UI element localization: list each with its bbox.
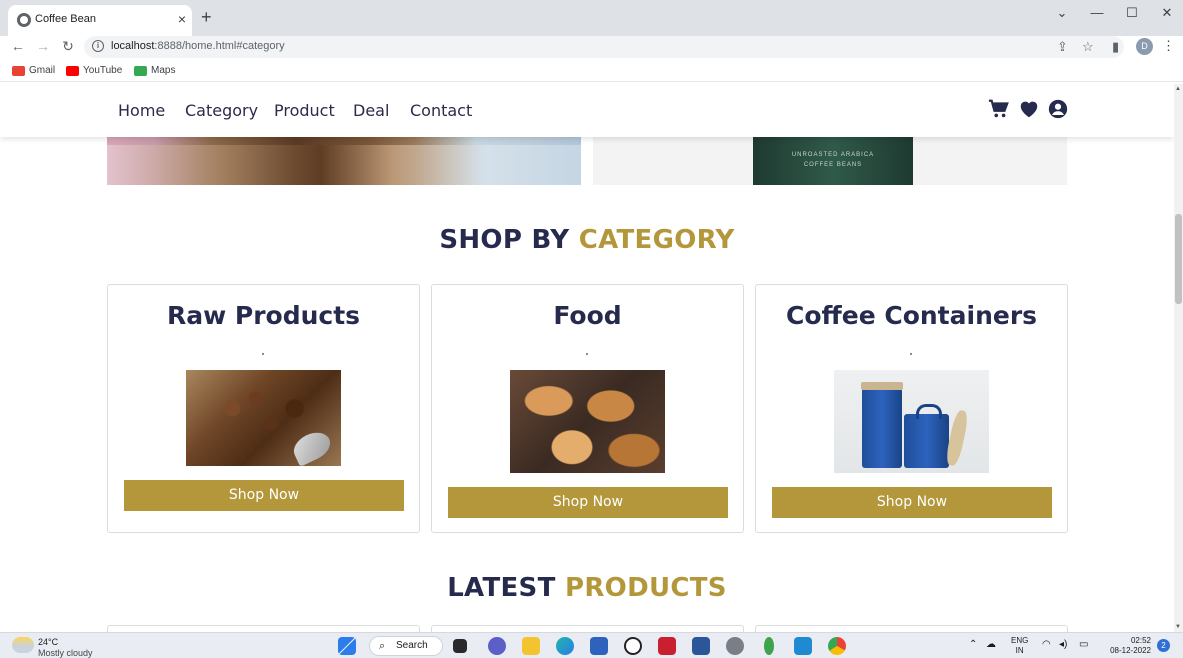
profile-avatar[interactable]: D: [1136, 38, 1153, 55]
new-tab-button[interactable]: +: [201, 8, 212, 26]
mongodb-icon[interactable]: [764, 637, 774, 655]
product-card: [755, 625, 1068, 632]
scroll-down-icon[interactable]: ▼: [1175, 624, 1181, 630]
browser-tab[interactable]: Coffee Bean ×: [8, 5, 192, 36]
shop-now-button[interactable]: Shop Now: [124, 480, 404, 511]
tab-title: Coffee Bean: [35, 13, 96, 25]
language-indicator[interactable]: ENG IN: [1011, 636, 1028, 656]
share-icon[interactable]: ⇪: [1057, 39, 1068, 55]
nav-home[interactable]: Home: [118, 101, 165, 120]
coffee-beans-image: [186, 370, 341, 466]
page-viewport: UNROASTED ARABICA COFFEE BEANS Home Cate…: [0, 84, 1174, 632]
nav-product[interactable]: Product: [274, 101, 335, 120]
vscode-icon[interactable]: [794, 637, 812, 655]
address-row: ← → ↻ i localhost:8888/home.html#categor…: [0, 36, 1183, 58]
cart-icon[interactable]: [988, 98, 1010, 120]
dell-icon[interactable]: [624, 637, 642, 655]
chrome-icon[interactable]: [828, 637, 846, 655]
reload-icon[interactable]: ↻: [60, 37, 76, 55]
task-view-icon[interactable]: [453, 639, 467, 653]
tab-close-button[interactable]: ×: [178, 10, 186, 28]
heart-icon[interactable]: [1018, 98, 1040, 120]
nav-contact[interactable]: Contact: [410, 101, 472, 120]
category-section-title: SHOP BY CATEGORY: [439, 225, 735, 255]
bookmark-maps[interactable]: Maps: [134, 65, 175, 76]
windows-start-icon[interactable]: [338, 637, 356, 655]
category-card-food: Food Shop Now: [431, 284, 744, 533]
bookmark-youtube[interactable]: YouTube: [66, 65, 122, 76]
scroll-up-icon[interactable]: ▲: [1175, 86, 1181, 92]
shop-now-button[interactable]: Shop Now: [448, 487, 728, 518]
teams-chat-icon[interactable]: [488, 637, 506, 655]
weather-condition: Mostly cloudy: [38, 648, 93, 658]
taskbar-search[interactable]: ⌕ Search: [369, 636, 443, 656]
site-header: Home Category Product Deal Contact: [0, 84, 1174, 137]
bookmark-gmail[interactable]: Gmail: [12, 65, 55, 76]
browser-tab-bar: Coffee Bean × + ⌄ — ☐ ✕: [0, 0, 1183, 36]
windows-taskbar: 24°C Mostly cloudy ⌕ Search ⌃ ☁ ENG IN ◠…: [0, 632, 1183, 658]
volume-icon[interactable]: ◂): [1059, 639, 1067, 650]
globe-icon: [17, 13, 31, 27]
side-panel-icon[interactable]: ▮: [1112, 39, 1119, 55]
weather-icon[interactable]: [12, 637, 34, 653]
battery-icon[interactable]: ▭: [1079, 639, 1088, 650]
coffee-containers-image: [834, 370, 989, 473]
gmail-icon: [12, 65, 25, 76]
word-icon[interactable]: [692, 637, 710, 655]
page-scrollbar[interactable]: ▲ ▼: [1174, 84, 1183, 632]
url-bar[interactable]: i localhost:8888/home.html#category: [84, 36, 1124, 58]
scrollbar-thumb[interactable]: [1175, 214, 1182, 304]
url-text: localhost:8888/home.html#category: [111, 40, 285, 52]
edge-browser-icon[interactable]: [556, 637, 574, 655]
forward-arrow-icon[interactable]: →: [35, 37, 51, 55]
user-account-icon[interactable]: [1047, 98, 1069, 120]
pastries-image: [510, 370, 665, 473]
nav-deal[interactable]: Deal: [353, 101, 389, 120]
system-clock[interactable]: 02:52 08-12-2022: [1101, 636, 1151, 656]
card-title: Raw Products: [166, 301, 361, 330]
card-title: Food: [553, 301, 622, 330]
tab-search-chevron-icon[interactable]: ⌄: [1052, 4, 1072, 22]
tray-chevron-icon[interactable]: ⌃: [969, 639, 977, 650]
card-title: Coffee Containers: [785, 301, 1038, 330]
product-card: [431, 625, 744, 632]
category-card-raw-products: Raw Products Shop Now: [107, 284, 420, 533]
category-card-coffee-containers: Coffee Containers Shop Now: [755, 284, 1068, 533]
search-icon: ⌕: [379, 640, 386, 652]
onedrive-icon[interactable]: ☁: [986, 639, 996, 650]
latest-products-section-title: LATEST PRODUCTS: [447, 573, 727, 603]
nav-category[interactable]: Category: [185, 101, 258, 120]
settings-gear-icon[interactable]: [726, 637, 744, 655]
bookmarks-bar: Gmail YouTube Maps: [0, 60, 1183, 82]
menu-kebab-icon[interactable]: ⋮: [1162, 38, 1175, 54]
microsoft-store-icon[interactable]: [590, 637, 608, 655]
file-explorer-icon[interactable]: [522, 637, 540, 655]
bookmark-star-icon[interactable]: ☆: [1082, 39, 1094, 55]
back-arrow-icon[interactable]: ←: [10, 37, 26, 55]
site-info-icon[interactable]: i: [92, 40, 104, 52]
wifi-icon[interactable]: ◠: [1042, 639, 1051, 650]
product-card: [107, 625, 420, 632]
mcafee-icon[interactable]: [658, 637, 676, 655]
shop-now-button[interactable]: Shop Now: [772, 487, 1052, 518]
weather-temperature: 24°C: [38, 637, 59, 647]
maximize-icon[interactable]: ☐: [1122, 4, 1142, 22]
close-window-icon[interactable]: ✕: [1157, 4, 1177, 22]
maps-icon: [134, 65, 147, 76]
minimize-icon[interactable]: —: [1087, 4, 1107, 22]
youtube-icon: [66, 65, 79, 76]
notification-badge[interactable]: 2: [1157, 639, 1170, 652]
